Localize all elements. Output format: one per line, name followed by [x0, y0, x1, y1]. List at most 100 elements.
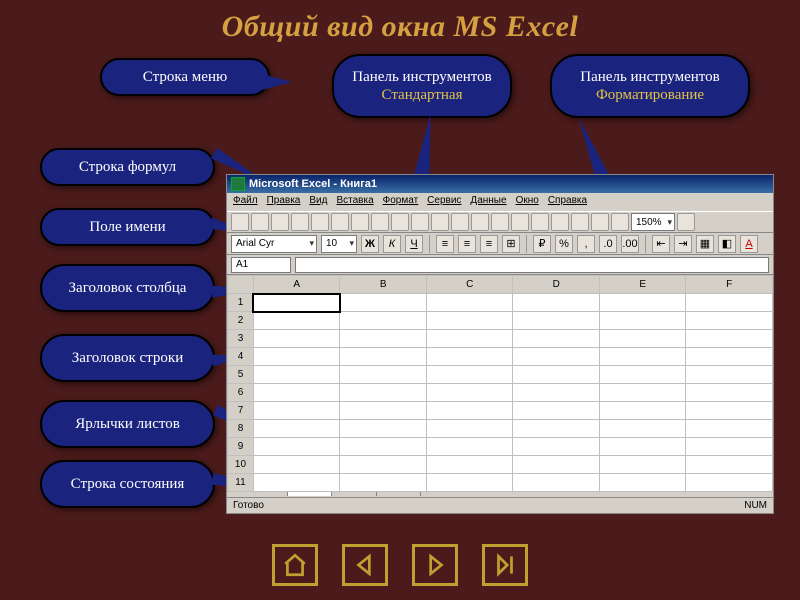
draw-button[interactable]	[611, 213, 629, 231]
cell-D11[interactable]	[513, 474, 600, 492]
sort-asc-button[interactable]	[531, 213, 549, 231]
comma-button[interactable]: ,	[577, 235, 595, 253]
paste-button[interactable]	[411, 213, 429, 231]
align-left-button[interactable]: ≡	[436, 235, 454, 253]
new-button[interactable]	[231, 213, 249, 231]
copy-button[interactable]	[391, 213, 409, 231]
cell-D8[interactable]	[513, 420, 600, 438]
mail-button[interactable]	[291, 213, 309, 231]
row-header-4[interactable]: 4	[228, 348, 254, 366]
row-header-3[interactable]: 3	[228, 330, 254, 348]
cell-E2[interactable]	[599, 312, 686, 330]
select-all-corner[interactable]	[228, 276, 254, 294]
cell-A11[interactable]	[253, 474, 340, 492]
zoom-dropdown[interactable]: 150%	[631, 213, 675, 231]
cell-D7[interactable]	[513, 402, 600, 420]
sort-desc-button[interactable]	[551, 213, 569, 231]
cell-C9[interactable]	[426, 438, 513, 456]
menu-сервис[interactable]: Сервис	[427, 195, 461, 209]
font-dropdown[interactable]: Arial Cyr	[231, 235, 317, 253]
menu-данные[interactable]: Данные	[470, 195, 506, 209]
cell-E7[interactable]	[599, 402, 686, 420]
formula-bar[interactable]	[295, 257, 769, 273]
spell-button[interactable]	[351, 213, 369, 231]
fill-color-button[interactable]: ◧	[718, 235, 736, 253]
cell-D9[interactable]	[513, 438, 600, 456]
row-header-5[interactable]: 5	[228, 366, 254, 384]
redo-button[interactable]	[471, 213, 489, 231]
cell-A1[interactable]	[253, 294, 340, 312]
cell-B8[interactable]	[340, 420, 427, 438]
cell-E3[interactable]	[599, 330, 686, 348]
row-header-10[interactable]: 10	[228, 456, 254, 474]
cell-C2[interactable]	[426, 312, 513, 330]
cell-F4[interactable]	[686, 348, 773, 366]
cell-D5[interactable]	[513, 366, 600, 384]
font-color-button[interactable]: A	[740, 235, 758, 253]
row-header-6[interactable]: 6	[228, 384, 254, 402]
menu-окно[interactable]: Окно	[516, 195, 539, 209]
cell-F1[interactable]	[686, 294, 773, 312]
cell-A4[interactable]	[253, 348, 340, 366]
cell-C4[interactable]	[426, 348, 513, 366]
nav-last-button[interactable]	[482, 544, 528, 586]
row-header-2[interactable]: 2	[228, 312, 254, 330]
cell-E9[interactable]	[599, 438, 686, 456]
cell-B5[interactable]	[340, 366, 427, 384]
cell-F7[interactable]	[686, 402, 773, 420]
cell-C10[interactable]	[426, 456, 513, 474]
cell-F9[interactable]	[686, 438, 773, 456]
nav-home-button[interactable]	[272, 544, 318, 586]
cell-F3[interactable]	[686, 330, 773, 348]
menu-вставка[interactable]: Вставка	[336, 195, 373, 209]
cell-A7[interactable]	[253, 402, 340, 420]
link-button[interactable]	[491, 213, 509, 231]
nav-next-button[interactable]	[412, 544, 458, 586]
align-right-button[interactable]: ≡	[480, 235, 498, 253]
percent-button[interactable]: %	[555, 235, 573, 253]
cell-E4[interactable]	[599, 348, 686, 366]
dec-decimal-button[interactable]: .00	[621, 235, 639, 253]
save-button[interactable]	[271, 213, 289, 231]
cell-F6[interactable]	[686, 384, 773, 402]
cell-C6[interactable]	[426, 384, 513, 402]
col-header-F[interactable]: F	[686, 276, 773, 294]
cell-B6[interactable]	[340, 384, 427, 402]
toolbar-standard[interactable]: 150%	[227, 211, 773, 233]
cell-A10[interactable]	[253, 456, 340, 474]
cell-A9[interactable]	[253, 438, 340, 456]
open-button[interactable]	[251, 213, 269, 231]
cell-F2[interactable]	[686, 312, 773, 330]
cell-C1[interactable]	[426, 294, 513, 312]
cell-B7[interactable]	[340, 402, 427, 420]
fmtpaint-button[interactable]	[431, 213, 449, 231]
cell-E1[interactable]	[599, 294, 686, 312]
inc-decimal-button[interactable]: .0	[599, 235, 617, 253]
col-header-C[interactable]: C	[426, 276, 513, 294]
col-header-E[interactable]: E	[599, 276, 686, 294]
currency-button[interactable]: ₽	[533, 235, 551, 253]
merge-button[interactable]: ⊞	[502, 235, 520, 253]
map-button[interactable]	[591, 213, 609, 231]
cell-A3[interactable]	[253, 330, 340, 348]
col-header-D[interactable]: D	[513, 276, 600, 294]
cell-E8[interactable]	[599, 420, 686, 438]
print-button[interactable]	[311, 213, 329, 231]
cell-E11[interactable]	[599, 474, 686, 492]
title-bar[interactable]: Microsoft Excel - Книга1	[227, 175, 773, 193]
cell-B1[interactable]	[340, 294, 427, 312]
menu-файл[interactable]: Файл	[233, 195, 258, 209]
cell-A8[interactable]	[253, 420, 340, 438]
col-header-B[interactable]: B	[340, 276, 427, 294]
cell-F11[interactable]	[686, 474, 773, 492]
cell-B2[interactable]	[340, 312, 427, 330]
cell-E10[interactable]	[599, 456, 686, 474]
menu-формат[interactable]: Формат	[383, 195, 419, 209]
name-box[interactable]: A1	[231, 257, 291, 273]
nav-prev-button[interactable]	[342, 544, 388, 586]
menu-правка[interactable]: Правка	[267, 195, 301, 209]
cell-D4[interactable]	[513, 348, 600, 366]
cell-C7[interactable]	[426, 402, 513, 420]
underline-button[interactable]: Ч	[405, 235, 423, 253]
cell-D6[interactable]	[513, 384, 600, 402]
